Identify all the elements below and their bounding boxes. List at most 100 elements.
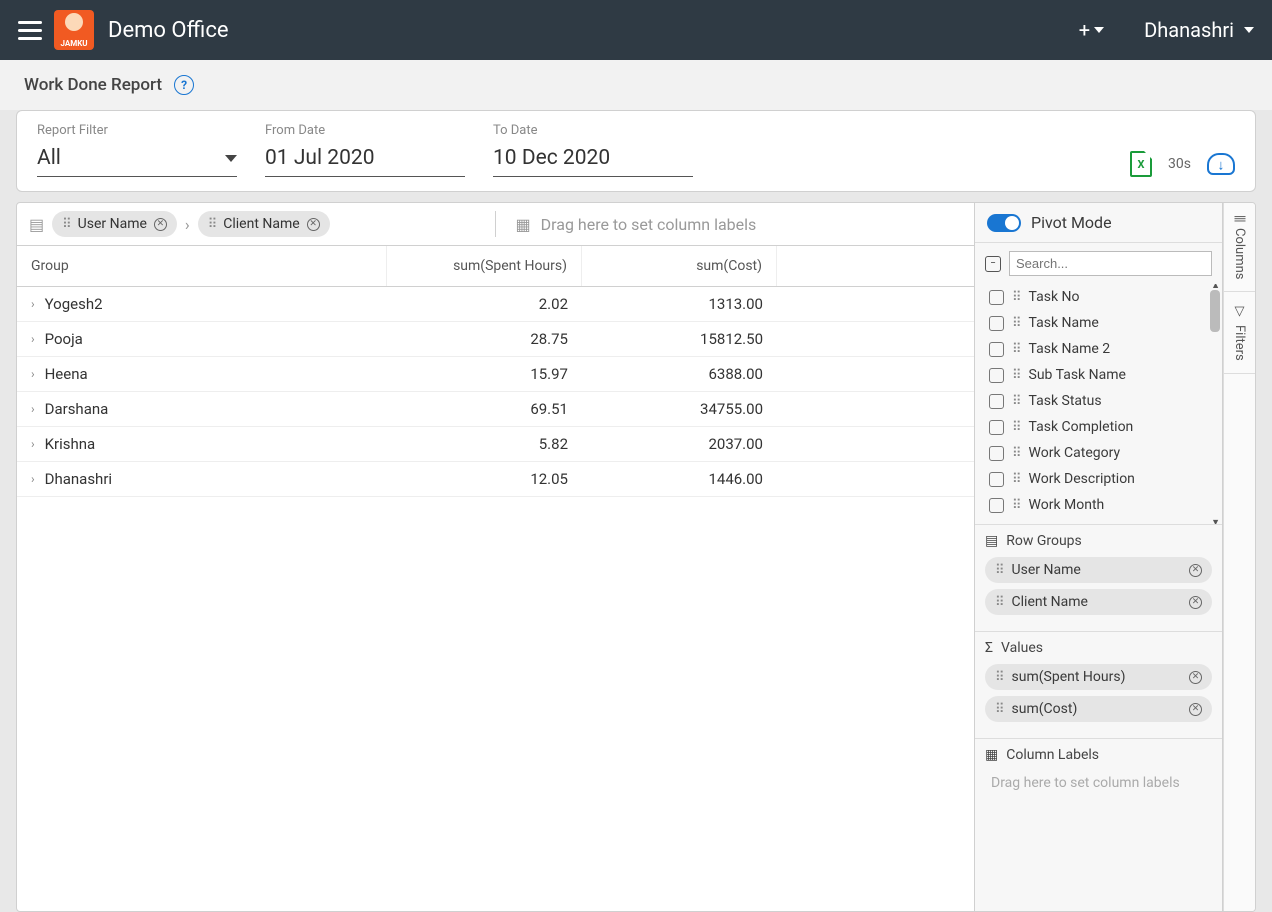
app-title: Demo Office (108, 18, 229, 43)
collapse-all-icon[interactable]: − (985, 256, 1001, 272)
drag-handle-icon: ⠿ (1012, 394, 1021, 409)
spent-hours-cell: 69.51 (387, 392, 582, 426)
column-option-label: Sub Task Name (1029, 367, 1126, 383)
group-name: Yogesh2 (45, 295, 103, 313)
download-cloud-icon[interactable] (1207, 153, 1235, 175)
drag-handle-icon: ⠿ (1012, 316, 1021, 331)
column-option[interactable]: ⠿Work Description (985, 466, 1218, 492)
drag-handle-icon: ⠿ (995, 670, 1004, 685)
to-date-filter[interactable]: To Date 10 Dec 2020 (493, 123, 693, 177)
value-chip[interactable]: ⠿sum(Cost)✕ (985, 696, 1212, 722)
column-option[interactable]: ⠿Task Status (985, 388, 1218, 414)
col-header-spent[interactable]: sum(Spent Hours) (387, 246, 582, 286)
col-header-cost[interactable]: sum(Cost) (582, 246, 777, 286)
col-header-group[interactable]: Group (17, 246, 387, 286)
app-header: JAMKU Demo Office + Dhanashri (0, 0, 1272, 60)
column-labels-hint: Drag here to set column labels (985, 771, 1212, 795)
column-option[interactable]: ⠿Work Month (985, 492, 1218, 518)
column-option[interactable]: ⠿ Task Completion (985, 414, 1218, 440)
table-row[interactable]: ›Darshana69.5134755.00 (17, 392, 974, 427)
remove-chip-icon[interactable]: ✕ (1189, 596, 1202, 609)
help-icon[interactable]: ? (174, 75, 194, 95)
filter-bar: Report Filter All From Date 01 Jul 2020 … (16, 110, 1256, 192)
from-date-filter[interactable]: From Date 01 Jul 2020 (265, 123, 465, 177)
chip-label: Client Name (223, 216, 299, 232)
row-group-chip[interactable]: ⠿Client Name✕ (985, 589, 1212, 615)
expand-icon[interactable]: › (31, 437, 35, 451)
chip-label: User Name (1012, 562, 1081, 578)
expand-icon[interactable]: › (31, 367, 35, 381)
checkbox[interactable] (989, 290, 1004, 305)
filter-label: Report Filter (37, 123, 237, 138)
cost-cell: 6388.00 (582, 357, 777, 391)
column-search-input[interactable] (1009, 251, 1212, 276)
dropzone-hint: Drag here to set column labels (541, 215, 757, 234)
checkbox[interactable] (989, 316, 1004, 331)
table-row[interactable]: ›Pooja28.7515812.50 (17, 322, 974, 357)
column-option[interactable]: ⠿ Sub Task Name (985, 362, 1218, 388)
scroll-down-icon[interactable]: ▼ (1211, 517, 1220, 524)
column-option[interactable]: ⠿Work Category (985, 440, 1218, 466)
caret-down-icon (1094, 27, 1104, 33)
page-subheader: Work Done Report ? (0, 60, 1272, 110)
user-name: Dhanashri (1144, 18, 1234, 42)
column-option[interactable]: ⠿Task Name (985, 310, 1218, 336)
checkbox[interactable] (989, 394, 1004, 409)
checkbox[interactable] (989, 420, 1004, 435)
export-excel-icon[interactable]: X (1130, 151, 1152, 177)
column-labels-dropzone[interactable]: ▦ Drag here to set column labels (504, 215, 963, 234)
table-row[interactable]: ›Dhanashri12.051446.00 (17, 462, 974, 497)
report-filter[interactable]: Report Filter All (37, 123, 237, 177)
value-chip[interactable]: ⠿sum(Spent Hours)✕ (985, 664, 1212, 690)
checkbox[interactable] (989, 446, 1004, 461)
add-menu[interactable]: + (1079, 18, 1104, 42)
column-labels-section: ▦ Column Labels Drag here to set column … (975, 738, 1222, 805)
table-row[interactable]: ›Yogesh22.021313.00 (17, 287, 974, 322)
remove-chip-icon[interactable]: ✕ (307, 218, 320, 231)
row-group-chip[interactable]: ⠿ User Name ✕ (985, 557, 1212, 583)
cost-cell: 15812.50 (582, 322, 777, 356)
column-labels-title: Column Labels (1006, 747, 1099, 763)
menu-hamburger-icon[interactable] (18, 21, 42, 40)
drag-handle-icon: ⠿ (1012, 420, 1021, 435)
expand-icon[interactable]: › (31, 402, 35, 416)
tab-columns[interactable]: ||| Columns (1224, 203, 1255, 292)
chip-label: Client Name (1012, 594, 1088, 610)
row-group-chip[interactable]: ⠿ User Name ✕ (52, 211, 177, 237)
drag-handle-icon: ⠿ (1012, 498, 1021, 513)
pivot-header: ▤ ⠿ User Name ✕ › ⠿ Client Name ✕ ▦ Drag… (17, 203, 974, 246)
expand-icon[interactable]: › (31, 297, 35, 311)
tab-filters[interactable]: ▽ Filters (1224, 292, 1255, 374)
remove-chip-icon[interactable]: ✕ (154, 218, 167, 231)
drag-handle-icon: ⠿ (1012, 368, 1021, 383)
checkbox[interactable] (989, 368, 1004, 383)
drag-handle-icon: ⠿ (995, 563, 1004, 578)
column-option[interactable]: ⠿Task Name 2 (985, 336, 1218, 362)
spent-hours-cell: 5.82 (387, 427, 582, 461)
table-row[interactable]: ›Krishna5.822037.00 (17, 427, 974, 462)
checkbox[interactable] (989, 472, 1004, 487)
row-group-chip[interactable]: ⠿ Client Name ✕ (198, 211, 330, 237)
expand-icon[interactable]: › (31, 332, 35, 346)
cost-cell: 1446.00 (582, 462, 777, 496)
row-groups-icon: ▤ (29, 215, 44, 234)
drag-handle-icon: ⠿ (995, 702, 1004, 717)
expand-icon[interactable]: › (31, 472, 35, 486)
column-option-label: Task Completion (1029, 419, 1134, 435)
table-row[interactable]: ›Heena15.976388.00 (17, 357, 974, 392)
group-name: Krishna (45, 435, 96, 453)
drag-handle-icon: ⠿ (208, 217, 217, 232)
dropdown-caret-icon (225, 155, 237, 162)
scrollbar-thumb[interactable] (1210, 290, 1220, 332)
column-option[interactable]: ⠿Task No (985, 284, 1218, 310)
drag-handle-icon: ⠿ (62, 217, 71, 232)
remove-chip-icon[interactable]: ✕ (1189, 671, 1202, 684)
column-option-label: Task No (1029, 289, 1080, 305)
pivot-mode-toggle[interactable] (987, 214, 1021, 232)
user-menu[interactable]: Dhanashri (1144, 18, 1254, 42)
remove-chip-icon[interactable]: ✕ (1189, 703, 1202, 716)
checkbox[interactable] (989, 498, 1004, 513)
checkbox[interactable] (989, 342, 1004, 357)
remove-chip-icon[interactable]: ✕ (1189, 564, 1202, 577)
app-logo[interactable]: JAMKU (54, 10, 94, 50)
